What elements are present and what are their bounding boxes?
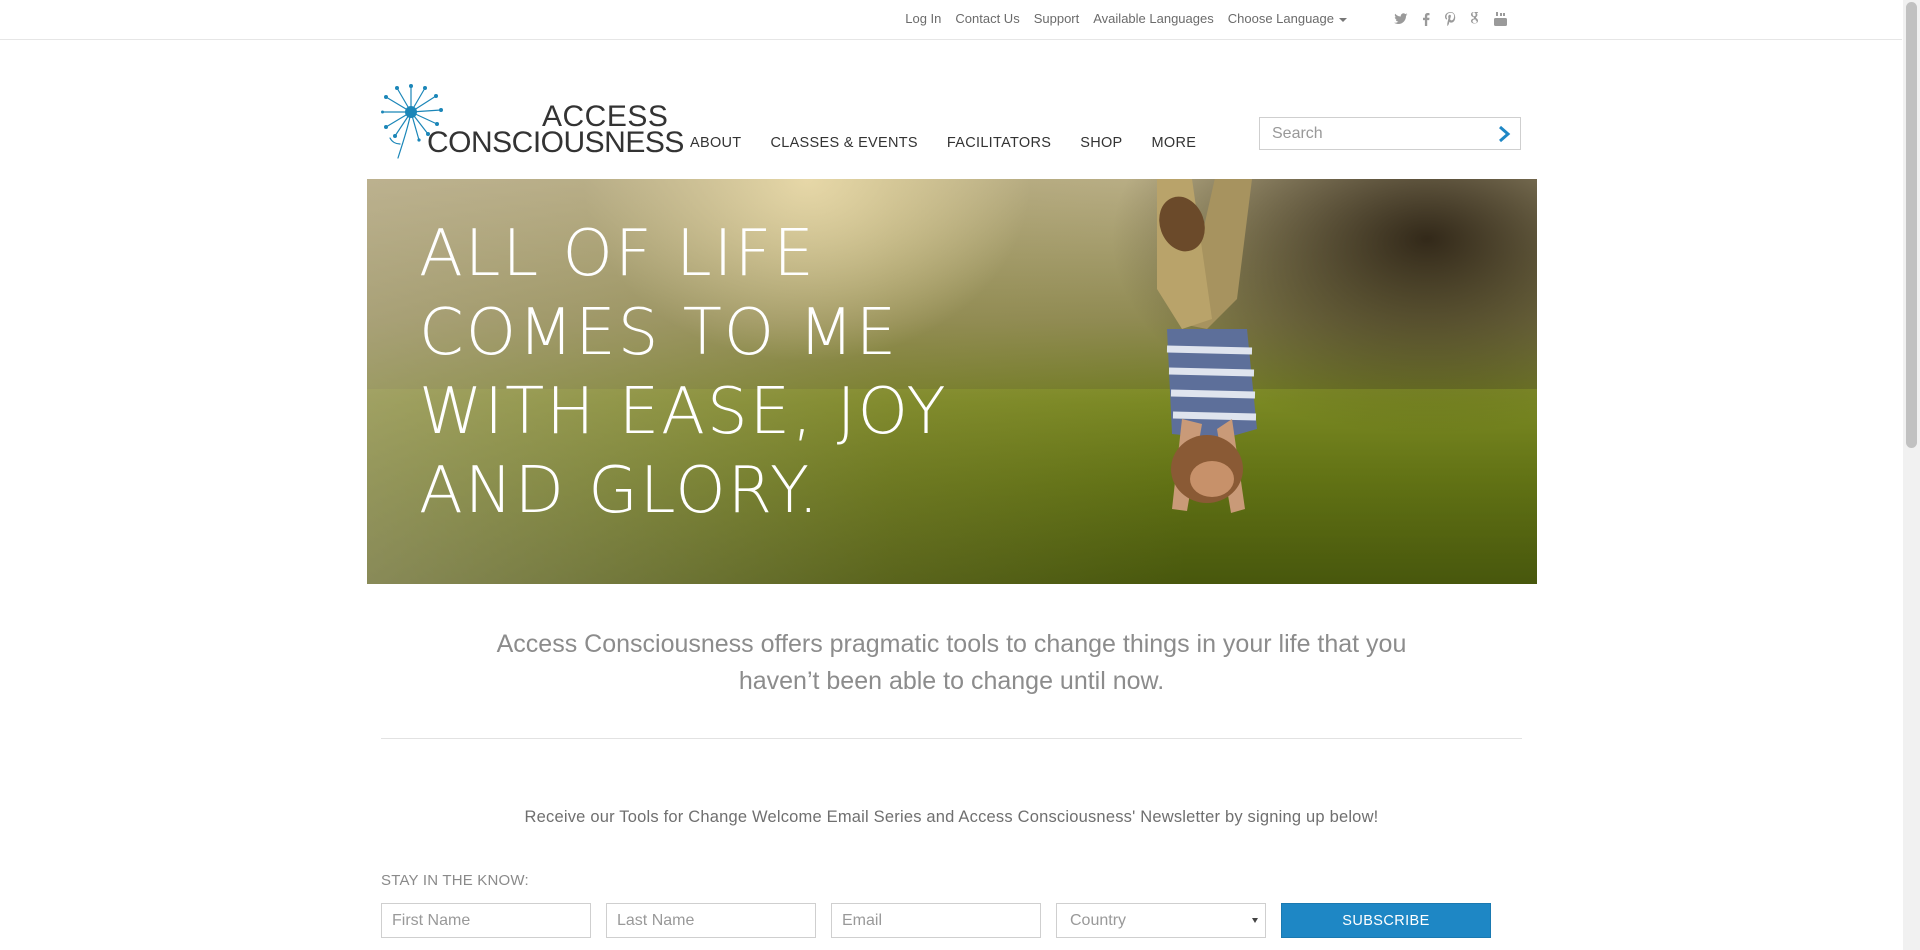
subscribe-button-label: SUBSCRIBE bbox=[1342, 912, 1430, 929]
hero-headline-line: WITH EASE, JOY bbox=[419, 375, 948, 449]
logo[interactable]: ACCESS CONSCIOUSNESS bbox=[381, 84, 684, 160]
email-field bbox=[831, 903, 1041, 938]
nav-item-shop[interactable]: SHOP bbox=[1080, 135, 1122, 151]
search-input[interactable] bbox=[1260, 118, 1492, 149]
main-nav: ABOUT CLASSES & EVENTS FACILITATORS SHOP… bbox=[690, 135, 1196, 151]
scrollbar-thumb[interactable] bbox=[1906, 2, 1917, 448]
logo-text-consciousness: CONSCIOUSNESS bbox=[427, 126, 684, 159]
twitter-icon[interactable] bbox=[1392, 10, 1409, 28]
signup-description: Receive our Tools for Change Welcome Ema… bbox=[524, 808, 1379, 826]
section-divider bbox=[381, 738, 1522, 739]
last-name-field bbox=[606, 903, 816, 938]
country-select-value: Country bbox=[1070, 912, 1127, 929]
child-handstand-image bbox=[1157, 179, 1257, 513]
google-plus-icon[interactable] bbox=[1467, 10, 1484, 28]
subscribe-button[interactable]: SUBSCRIBE bbox=[1281, 903, 1491, 938]
search-submit-chevron-icon[interactable] bbox=[1494, 124, 1514, 144]
nav-item-more[interactable]: MORE bbox=[1152, 135, 1197, 151]
support-link[interactable]: Support bbox=[1034, 11, 1080, 26]
nav-item-classes-events[interactable]: CLASSES & EVENTS bbox=[770, 135, 917, 151]
select-arrow-icon bbox=[1252, 918, 1258, 923]
last-name-input[interactable] bbox=[617, 905, 805, 937]
hero-headline-line: COMES TO ME bbox=[419, 296, 899, 370]
pinterest-icon[interactable] bbox=[1442, 10, 1459, 28]
nav-item-about[interactable]: ABOUT bbox=[690, 135, 741, 151]
email-input[interactable] bbox=[842, 905, 1030, 937]
first-name-field bbox=[381, 903, 591, 938]
first-name-input[interactable] bbox=[392, 905, 580, 937]
hero-headline-line: ALL OF LIFE bbox=[419, 217, 816, 291]
country-select[interactable]: Country bbox=[1056, 903, 1266, 938]
search-box bbox=[1259, 117, 1521, 150]
stay-in-the-know-heading: STAY IN THE KNOW: bbox=[381, 872, 529, 889]
login-link[interactable]: Log In bbox=[905, 11, 941, 26]
contact-us-link[interactable]: Contact Us bbox=[955, 11, 1019, 26]
top-links: Log In Contact Us Support Available Lang… bbox=[905, 11, 1347, 26]
hero-banner: ALL OF LIFE COMES TO ME WITH EASE, JOY A… bbox=[367, 179, 1537, 584]
hero-headline-line: AND GLORY. bbox=[419, 454, 821, 528]
nav-item-facilitators[interactable]: FACILITATORS bbox=[947, 135, 1051, 151]
top-utility-bar: Log In Contact Us Support Available Lang… bbox=[0, 0, 1902, 40]
choose-language-label: Choose Language bbox=[1227, 11, 1334, 26]
choose-language-dropdown[interactable]: Choose Language bbox=[1228, 11, 1347, 26]
social-links bbox=[1392, 10, 1509, 28]
youtube-icon[interactable] bbox=[1492, 10, 1509, 28]
hero-headline: ALL OF LIFE COMES TO ME WITH EASE, JOY A… bbox=[419, 215, 948, 531]
available-languages-link[interactable]: Available Languages bbox=[1093, 11, 1213, 26]
intro-text: Access Consciousness offers pragmatic to… bbox=[496, 630, 1407, 695]
facebook-icon[interactable] bbox=[1417, 10, 1434, 28]
caret-down-icon bbox=[1339, 17, 1347, 22]
scrollbar[interactable] bbox=[1903, 0, 1920, 950]
